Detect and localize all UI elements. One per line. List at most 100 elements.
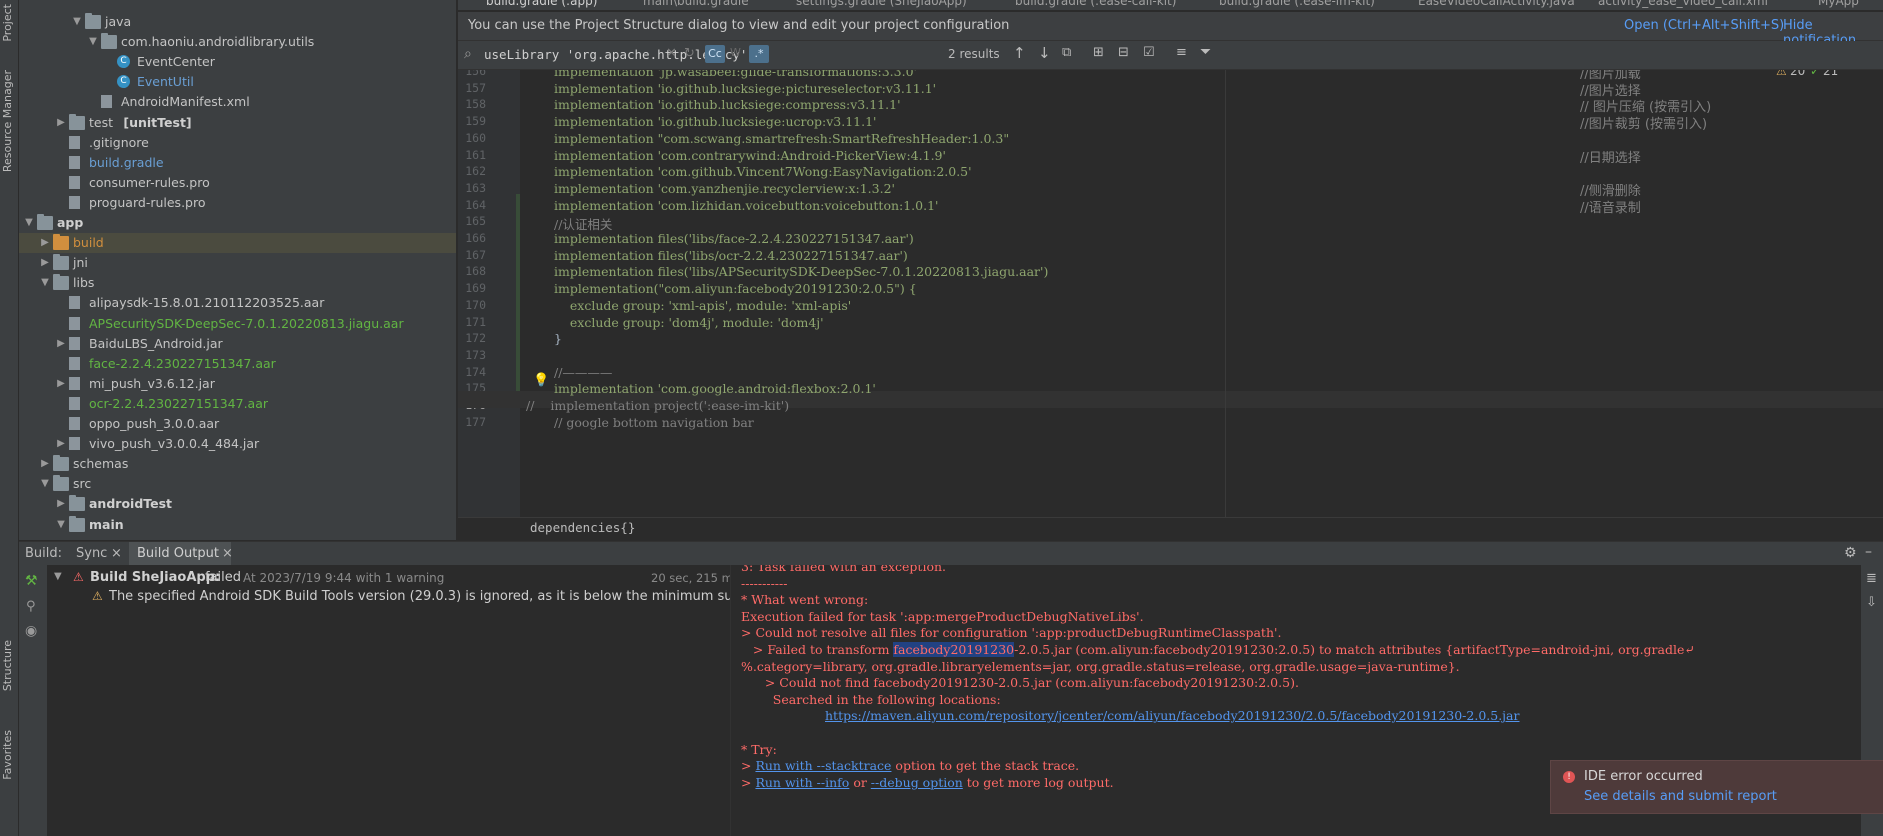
code-line[interactable]: implementation files('libs/ocr-2.2.4.230… (554, 248, 908, 263)
code-line[interactable]: } (554, 331, 562, 346)
chevron-down-icon[interactable]: ▼ (71, 12, 83, 32)
chevron-right-icon[interactable]: ▶ (39, 253, 51, 273)
code-line[interactable]: //———— (554, 365, 612, 380)
add-occurrence-icon[interactable]: ⊞ (1093, 45, 1104, 60)
code-line[interactable]: implementation files('libs/face-2.2.4.23… (554, 231, 914, 246)
editor-tab[interactable]: build.gradle (:ease-call-kit) (1015, 0, 1176, 8)
tree-item[interactable]: C EventUtil (19, 72, 456, 92)
open-in-window-icon[interactable]: ⧉ (1062, 45, 1071, 60)
code-line[interactable]: implementation("com.aliyun:facebody20191… (554, 281, 917, 296)
tree-item[interactable]: ▼ app (19, 213, 456, 233)
repository-url-link[interactable]: https://maven.aliyun.com/repository/jcen… (825, 708, 1519, 723)
scroll-to-end-icon[interactable]: ⇩ (1866, 595, 1877, 610)
code-line[interactable]: implementation 'io.github.lucksiege:comp… (554, 97, 901, 112)
warning-count-icon[interactable]: ⚠ (1776, 70, 1787, 78)
info-link[interactable]: Run with --info (755, 775, 849, 790)
tree-item[interactable]: face-2.2.4.230227151347.aar (19, 354, 456, 374)
chevron-right-icon[interactable]: ▶ (55, 434, 67, 454)
see-details-link[interactable]: See details and submit report (1584, 789, 1777, 804)
build-title[interactable]: Build SheJiaoApp: (90, 570, 220, 585)
favorites-tool-tab[interactable]: Favorites (1, 730, 14, 780)
debug-link[interactable]: --debug option (871, 775, 963, 790)
code-line[interactable]: implementation 'io.github.lucksiege:ucro… (554, 114, 876, 129)
code-line[interactable]: implementation 'com.google.android:flexb… (554, 381, 876, 396)
chevron-right-icon[interactable]: ▶ (39, 454, 51, 474)
select-all-occurrences-icon[interactable]: ☑ (1143, 45, 1155, 60)
editor-tab[interactable]: main\build.gradle (643, 0, 749, 8)
gear-icon[interactable]: ⚙ (1844, 545, 1857, 561)
tree-item[interactable]: ▼ java (19, 12, 456, 32)
words-toggle[interactable]: W (730, 46, 741, 59)
code-line[interactable]: implementation 'com.yanzhenjie.recyclerv… (554, 181, 895, 196)
chevron-right-icon[interactable]: ▶ (55, 334, 67, 354)
tree-item[interactable]: ▶ vivo_push_v3.0.0.4_484.jar (19, 434, 456, 454)
editor-tab[interactable]: build.gradle (:app) (486, 0, 597, 8)
tree-item[interactable]: ▶ mi_push_v3.6.12.jar (19, 374, 456, 394)
resource-manager-tool-tab[interactable]: Resource Manager (1, 70, 14, 172)
previous-occurrence-icon[interactable]: ↑ (1013, 44, 1026, 62)
code-line[interactable]: implementation 'jp.wasabeef:glide-transf… (554, 70, 917, 79)
tree-item[interactable]: .gitignore (19, 133, 456, 153)
chevron-right-icon[interactable]: ▶ (55, 494, 67, 514)
rebuild-hammer-icon[interactable]: ⚒ (25, 573, 38, 589)
build-warning-text[interactable]: The specified Android SDK Build Tools ve… (109, 589, 730, 604)
chevron-down-icon[interactable]: ▼ (55, 515, 67, 535)
code-line[interactable]: implementation 'com.github.Vincent7Wong:… (554, 164, 972, 179)
chevron-right-icon[interactable]: ▶ (39, 233, 51, 253)
editor-tab[interactable]: EaseVideoCallActivity.java (1418, 0, 1575, 8)
code-line[interactable]: // google bottom navigation bar (554, 415, 754, 430)
code-line[interactable]: implementation files('libs/APSecuritySDK… (554, 264, 1048, 279)
stacktrace-link[interactable]: Run with --stacktrace (755, 758, 891, 773)
chevron-right-icon[interactable]: ▶ (55, 374, 67, 394)
chevron-down-icon[interactable]: ▼ (54, 571, 62, 582)
tree-item[interactable]: ▶ androidTest (19, 494, 456, 514)
tree-item[interactable]: build.gradle (19, 153, 456, 173)
editor-tab[interactable]: activity_ease_video_call.xml (1598, 0, 1768, 8)
code-line[interactable]: implementation "com.scwang.smartrefresh:… (554, 131, 1009, 146)
tree-item[interactable]: ▼ libs (19, 273, 456, 293)
tree-item[interactable]: consumer-rules.pro (19, 173, 456, 193)
tree-item[interactable]: ▼ main (19, 515, 456, 535)
tree-item[interactable]: ▶ schemas (19, 454, 456, 474)
code-editor[interactable]: 156 157 158 159 160 161 162 163 164 165 166 167 168 1… (458, 70, 1883, 520)
remove-occurrence-icon[interactable]: ⊟ (1118, 45, 1129, 60)
chevron-right-icon[interactable]: ▶ (55, 113, 67, 133)
tree-item[interactable]: ▶ test [unitTest] (19, 113, 456, 133)
structure-tool-tab[interactable]: Structure (1, 640, 14, 691)
search-history-icon[interactable]: ↻ (684, 46, 695, 61)
tree-item[interactable]: proguard-rules.pro (19, 193, 456, 213)
tree-item[interactable]: ▶ build (19, 233, 456, 254)
multiline-icon[interactable]: ≡ (1176, 45, 1187, 60)
code-line[interactable]: exclude group: 'dom4j', module: 'dom4j' (554, 315, 824, 330)
tree-item[interactable]: alipaysdk-15.8.01.210112203525.aar (19, 293, 456, 313)
ide-error-notification[interactable]: ! IDE error occurred See details and sub… (1550, 760, 1883, 814)
intention-bulb-icon[interactable]: 💡 (533, 373, 549, 388)
filter-icon[interactable]: ⏷ (1200, 44, 1211, 60)
next-occurrence-icon[interactable]: ↓ (1038, 44, 1051, 62)
tree-item[interactable]: ▼ src (19, 474, 456, 494)
code-line[interactable]: implementation 'io.github.lucksiege:pict… (554, 81, 936, 96)
tree-item[interactable]: C EventCenter (19, 52, 456, 72)
tree-item[interactable]: oppo_push_3.0.0.aar (19, 414, 456, 434)
chevron-down-icon[interactable]: ▼ (39, 474, 51, 494)
breadcrumb-item[interactable]: dependencies{} (530, 520, 635, 535)
editor-tab[interactable]: settings.gradle (SheJiaoApp) (796, 0, 967, 8)
tree-item[interactable]: ▼ com.haoniu.androidlibrary.utils (19, 32, 456, 52)
tree-item[interactable]: ▶ jni (19, 253, 456, 273)
code-line[interactable]: implementation 'com.contrarywind:Android… (554, 148, 946, 163)
tree-item[interactable]: ocr-2.2.4.230227151347.aar (19, 394, 456, 414)
editor-tab[interactable]: MyApp (1818, 0, 1859, 8)
match-case-toggle[interactable]: Cc (705, 45, 725, 63)
minimize-icon[interactable]: – (1865, 544, 1872, 560)
editor-tab[interactable]: build.gradle (:ease-im-kit) (1219, 0, 1375, 8)
chevron-down-icon[interactable]: ▼ (39, 273, 51, 293)
tree-item[interactable]: AndroidManifest.xml (19, 92, 456, 112)
chevron-down-icon[interactable]: ▼ (23, 213, 35, 233)
open-project-structure-link[interactable]: Open (Ctrl+Alt+Shift+S) (1624, 18, 1784, 33)
clear-search-icon[interactable]: ✕ (666, 46, 677, 61)
soft-wrap-icon[interactable]: ≣ (1866, 571, 1877, 586)
regex-toggle[interactable]: .* (749, 45, 769, 63)
pin-icon[interactable]: ⚲ (26, 599, 36, 614)
close-build-output-icon[interactable]: × (222, 546, 233, 561)
code-line[interactable]: exclude group: 'xml-apis', module: 'xml-… (554, 298, 851, 313)
